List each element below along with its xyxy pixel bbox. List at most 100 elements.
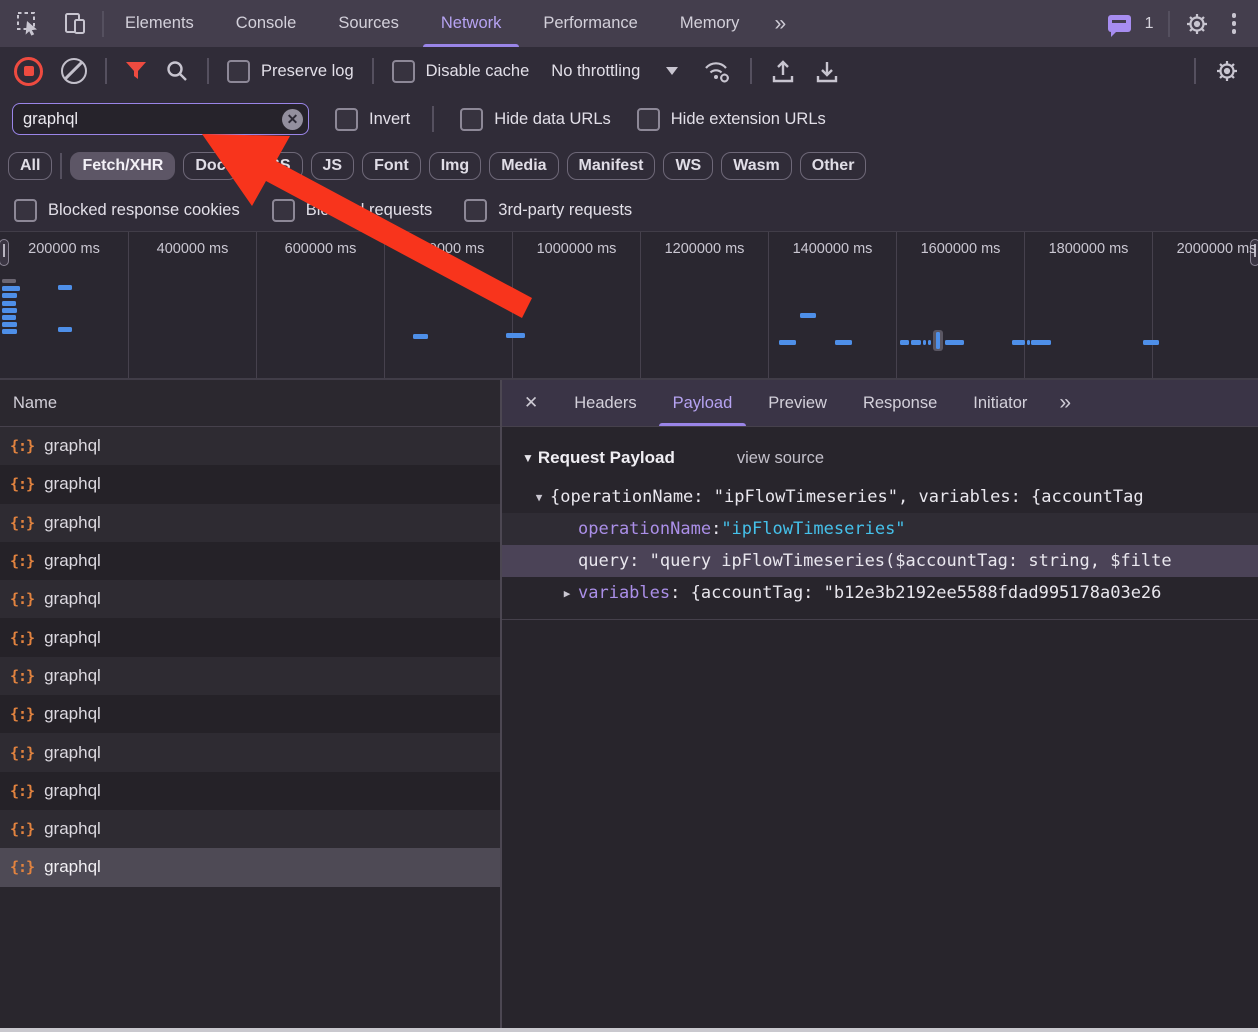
section-title: Request Payload	[538, 448, 675, 468]
search-icon[interactable]	[165, 59, 189, 83]
network-settings-gear-icon[interactable]	[1214, 58, 1240, 84]
request-name: graphql	[44, 743, 101, 763]
filter-chip-fetch-xhr[interactable]: Fetch/XHR	[70, 152, 175, 180]
tab-console[interactable]: Console	[215, 0, 318, 47]
payload-line[interactable]: query: "query ipFlowTimeseries($accountT…	[502, 545, 1258, 577]
checkbox-icon[interactable]	[464, 199, 487, 222]
blocked-requests-label: Blocked requests	[306, 201, 433, 220]
filter-chip-other[interactable]: Other	[800, 152, 867, 180]
checkbox-icon[interactable]	[227, 60, 250, 83]
details-tab-preview[interactable]: Preview	[750, 380, 845, 426]
throttling-select[interactable]: No throttling	[551, 61, 678, 81]
filter-chip-img[interactable]: Img	[429, 152, 481, 180]
request-row[interactable]: {:}graphql	[0, 542, 500, 580]
toolbar-divider	[207, 58, 209, 84]
import-har-icon[interactable]	[770, 58, 796, 84]
request-row[interactable]: {:}graphql	[0, 465, 500, 503]
3rd-party-requests-checkbox[interactable]: 3rd-party requests	[464, 199, 632, 222]
invert-checkbox[interactable]: Invert	[335, 108, 410, 131]
network-conditions-icon[interactable]	[702, 58, 732, 84]
issues-icon[interactable]	[1108, 15, 1131, 32]
request-payload-section-header[interactable]: ▼ Request Payload view source	[502, 443, 1258, 473]
filter-funnel-icon[interactable]	[125, 61, 147, 81]
filter-chip-manifest[interactable]: Manifest	[567, 152, 656, 180]
disclosure-triangle-icon[interactable]: ▶	[556, 587, 578, 600]
filter-chip-css[interactable]: CSS	[246, 152, 303, 180]
panel-tabs: ElementsConsoleSourcesNetworkPerformance…	[104, 0, 760, 47]
chevron-down-icon	[666, 67, 678, 81]
tab-network[interactable]: Network	[420, 0, 523, 47]
clear-network-log-icon[interactable]	[61, 58, 87, 84]
preserve-log-checkbox[interactable]: Preserve log	[227, 60, 354, 83]
close-details-icon[interactable]: ✕	[502, 393, 556, 413]
request-name: graphql	[44, 551, 101, 571]
blocked-requests-checkbox[interactable]: Blocked requests	[272, 199, 433, 222]
disclosure-triangle-icon[interactable]: ▼	[528, 491, 550, 504]
checkbox-icon[interactable]	[392, 60, 415, 83]
toggle-device-toolbar-icon[interactable]	[63, 11, 88, 36]
filter-chip-media[interactable]: Media	[489, 152, 558, 180]
tab-sources[interactable]: Sources	[317, 0, 420, 47]
request-row[interactable]: {:}graphql	[0, 580, 500, 618]
name-column-header[interactable]: Name	[0, 380, 500, 427]
details-tabstrip: ✕ HeadersPayloadPreviewResponseInitiator…	[502, 380, 1258, 427]
request-row[interactable]: {:}graphql	[0, 848, 500, 886]
json-request-icon: {:}	[10, 782, 34, 800]
window-bottom-edge	[0, 1028, 1258, 1032]
json-request-icon: {:}	[10, 667, 34, 685]
filter-chip-all[interactable]: All	[8, 152, 52, 180]
disable-cache-checkbox[interactable]: Disable cache	[392, 60, 530, 83]
export-har-icon[interactable]	[814, 58, 840, 84]
customize-menu-icon[interactable]	[1224, 13, 1245, 34]
filter-chip-ws[interactable]: WS	[663, 152, 713, 180]
collapse-triangle-icon[interactable]: ▼	[522, 451, 534, 465]
more-details-tabs-icon[interactable]: »	[1045, 391, 1083, 415]
blocked-response-cookies-checkbox[interactable]: Blocked response cookies	[14, 199, 240, 222]
inspect-element-icon[interactable]	[16, 11, 41, 36]
clear-filter-icon[interactable]: ✕	[282, 109, 303, 130]
request-row[interactable]: {:}graphql	[0, 504, 500, 542]
payload-segment-plain: query: "query ipFlowTimeseries($accountT…	[578, 551, 1172, 571]
details-tab-initiator[interactable]: Initiator	[955, 380, 1045, 426]
checkbox-icon[interactable]	[637, 108, 660, 131]
checkbox-icon[interactable]	[460, 108, 483, 131]
waterfall-mark	[506, 333, 525, 338]
request-row[interactable]: {:}graphql	[0, 695, 500, 733]
filter-chip-wasm[interactable]: Wasm	[721, 152, 792, 180]
request-row[interactable]: {:}graphql	[0, 427, 500, 465]
more-panels-icon[interactable]: »	[760, 12, 798, 36]
tab-elements[interactable]: Elements	[104, 0, 215, 47]
hide-extension-urls-checkbox[interactable]: Hide extension URLs	[637, 108, 826, 131]
network-overview-timeline[interactable]: 200000 ms400000 ms600000 ms800000 ms1000…	[0, 231, 1258, 380]
details-tab-headers[interactable]: Headers	[556, 380, 654, 426]
checkbox-icon[interactable]	[272, 199, 295, 222]
waterfall-mark	[58, 327, 72, 332]
request-name: graphql	[44, 781, 101, 801]
checkbox-icon[interactable]	[335, 108, 358, 131]
request-row[interactable]: {:}graphql	[0, 733, 500, 771]
payload-line[interactable]: ▶variables: {accountTag: "b12e3b2192ee55…	[502, 577, 1258, 609]
request-row[interactable]: {:}graphql	[0, 810, 500, 848]
request-row[interactable]: {:} graphql	[0, 772, 500, 810]
filter-input[interactable]	[12, 103, 309, 135]
request-details-pane: ✕ HeadersPayloadPreviewResponseInitiator…	[502, 380, 1258, 1028]
filter-chip-font[interactable]: Font	[362, 152, 421, 180]
record-network-log-icon[interactable]	[14, 57, 43, 86]
request-row[interactable]: {:}graphql	[0, 657, 500, 695]
3rd-party-requests-label: 3rd-party requests	[498, 201, 632, 220]
request-row[interactable]: {:}graphql	[0, 618, 500, 656]
payload-line[interactable]: operationName: "ipFlowTimeseries"	[502, 513, 1258, 545]
tab-memory[interactable]: Memory	[659, 0, 761, 47]
checkbox-icon[interactable]	[14, 199, 37, 222]
settings-gear-icon[interactable]	[1184, 11, 1210, 37]
hide-data-urls-checkbox[interactable]: Hide data URLs	[460, 108, 610, 131]
request-type-chips: All Fetch/XHR Doc CSS JSFont Img Media Manifest…	[0, 143, 1258, 189]
details-tab-response[interactable]: Response	[845, 380, 955, 426]
filter-chip-js[interactable]: JS	[311, 152, 355, 180]
payload-line[interactable]: ▼{operationName: "ipFlowTimeseries", var…	[502, 481, 1258, 513]
details-tab-payload[interactable]: Payload	[655, 380, 751, 426]
timeline-label: 200000 ms	[0, 232, 128, 378]
tab-performance[interactable]: Performance	[522, 0, 658, 47]
view-source-link[interactable]: view source	[737, 449, 824, 468]
filter-chip-doc[interactable]: Doc	[183, 152, 237, 180]
